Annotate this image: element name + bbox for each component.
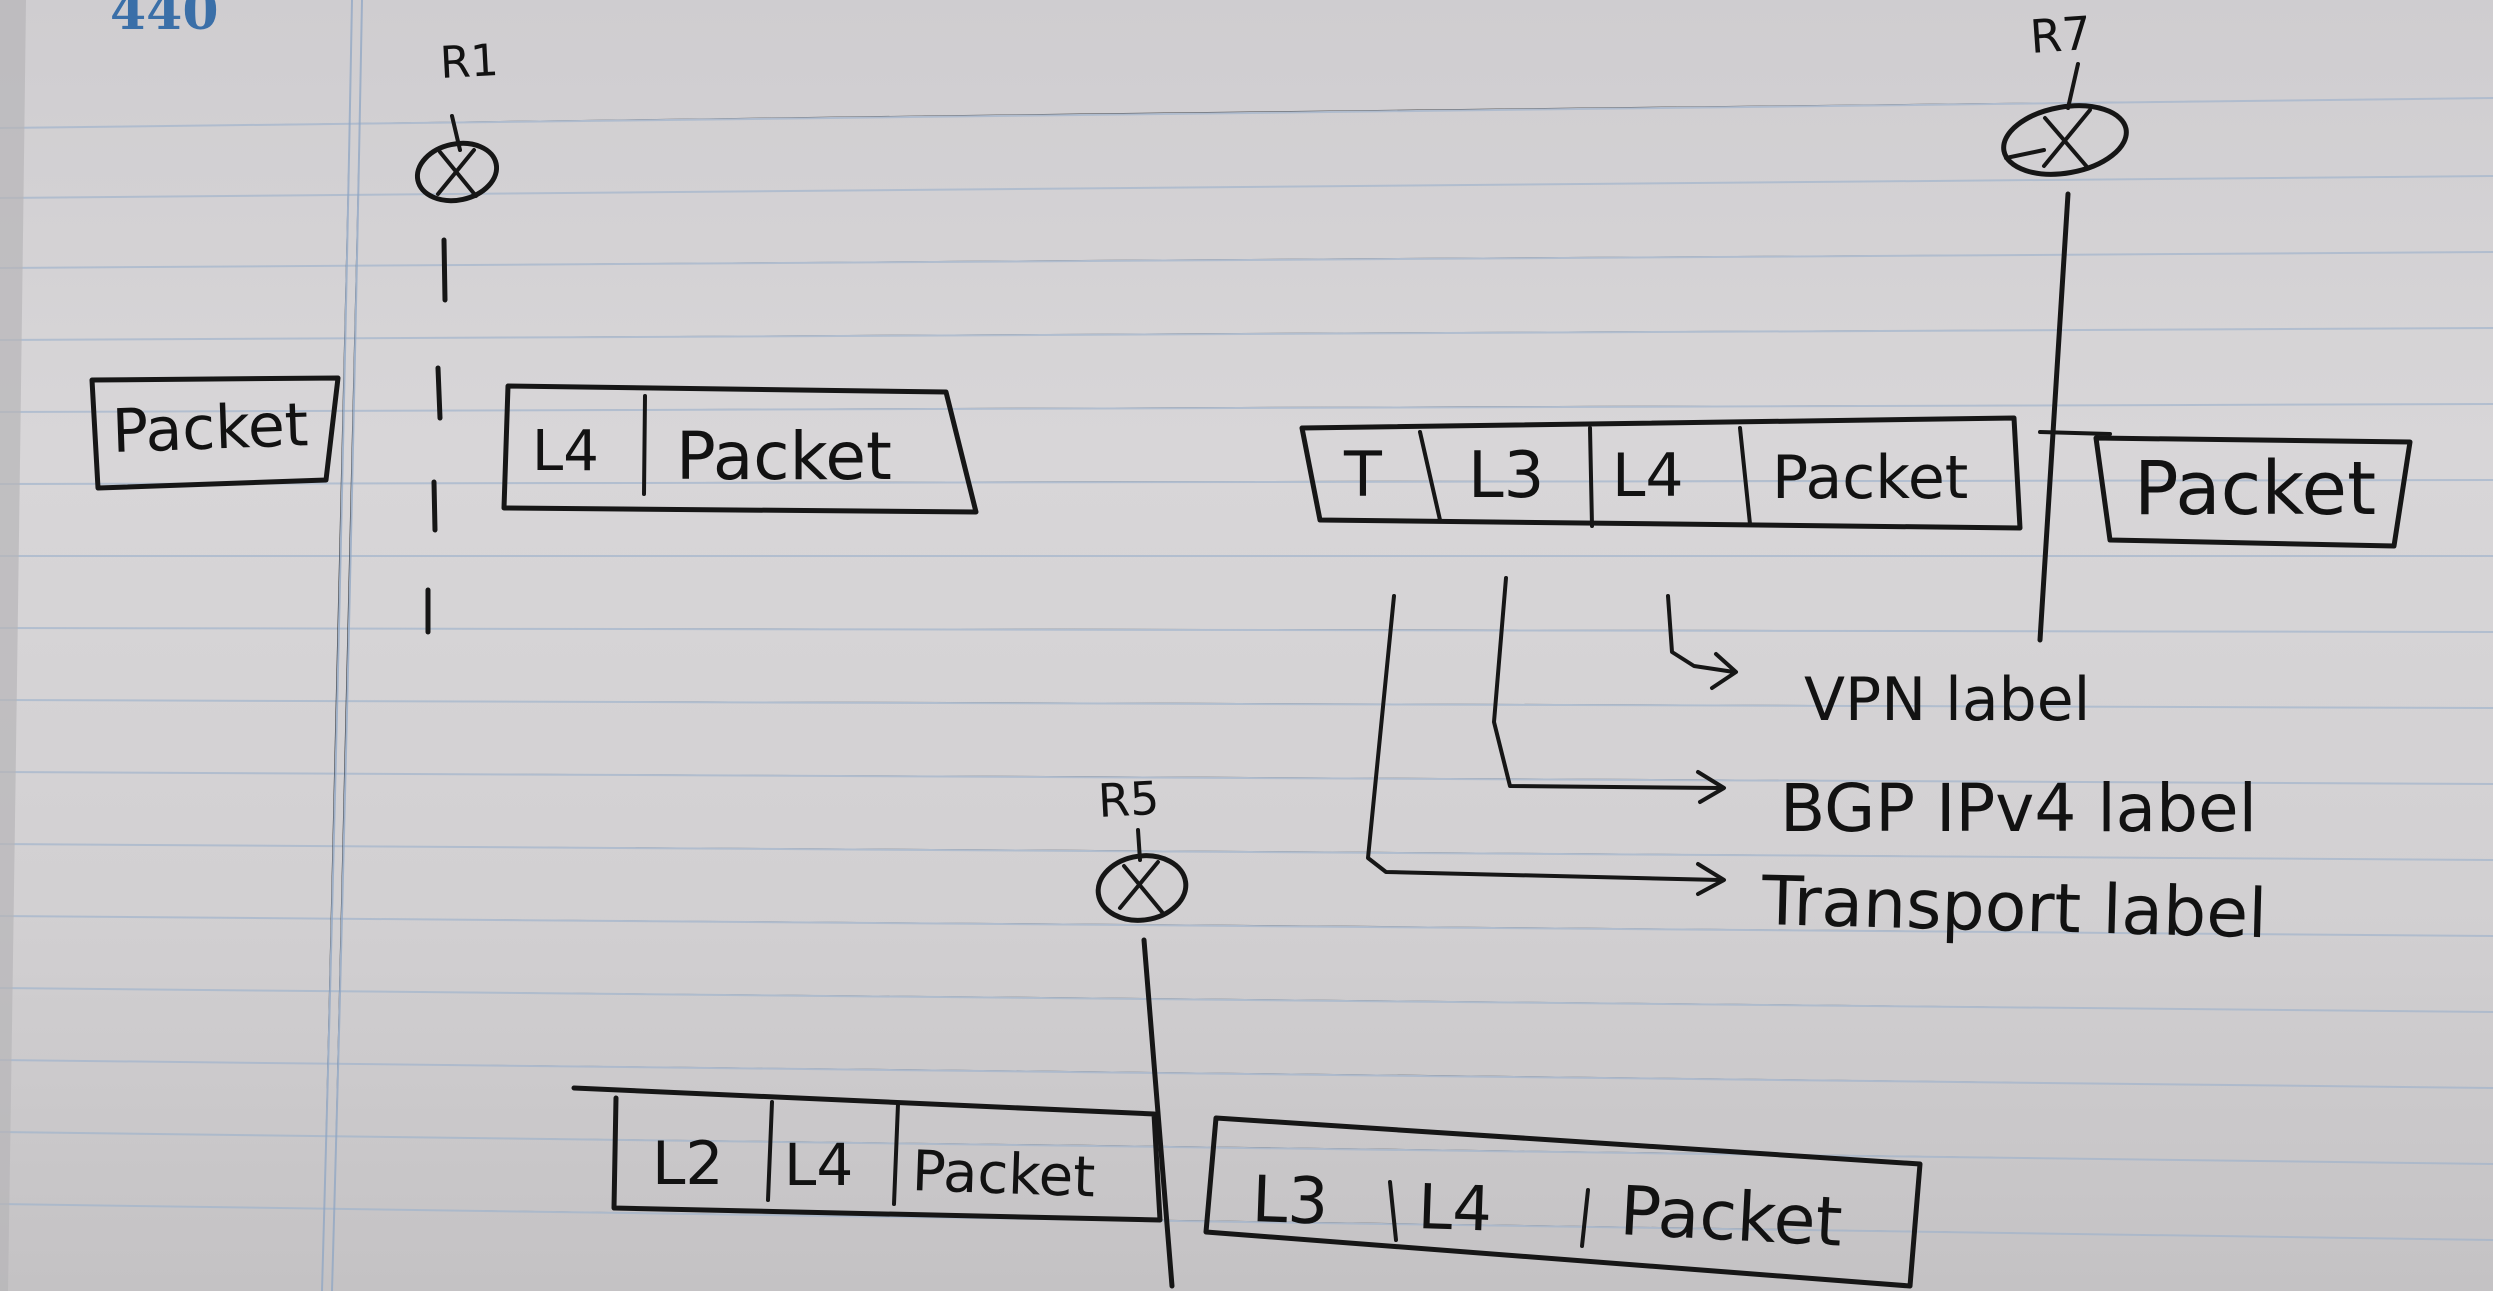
r5-after-packet: Packet bbox=[1617, 1172, 1845, 1263]
r5-before-l4: L4 bbox=[784, 1131, 854, 1199]
r5-before-l2: L2 bbox=[652, 1129, 724, 1199]
r5-before-packet: Packet bbox=[910, 1139, 1097, 1211]
r5-after-l4: L4 bbox=[1416, 1170, 1494, 1246]
router-r5-icon bbox=[1095, 828, 1189, 923]
r5-after-l3: L3 bbox=[1250, 1163, 1330, 1240]
router-r5-drawing bbox=[571, 828, 1923, 1289]
